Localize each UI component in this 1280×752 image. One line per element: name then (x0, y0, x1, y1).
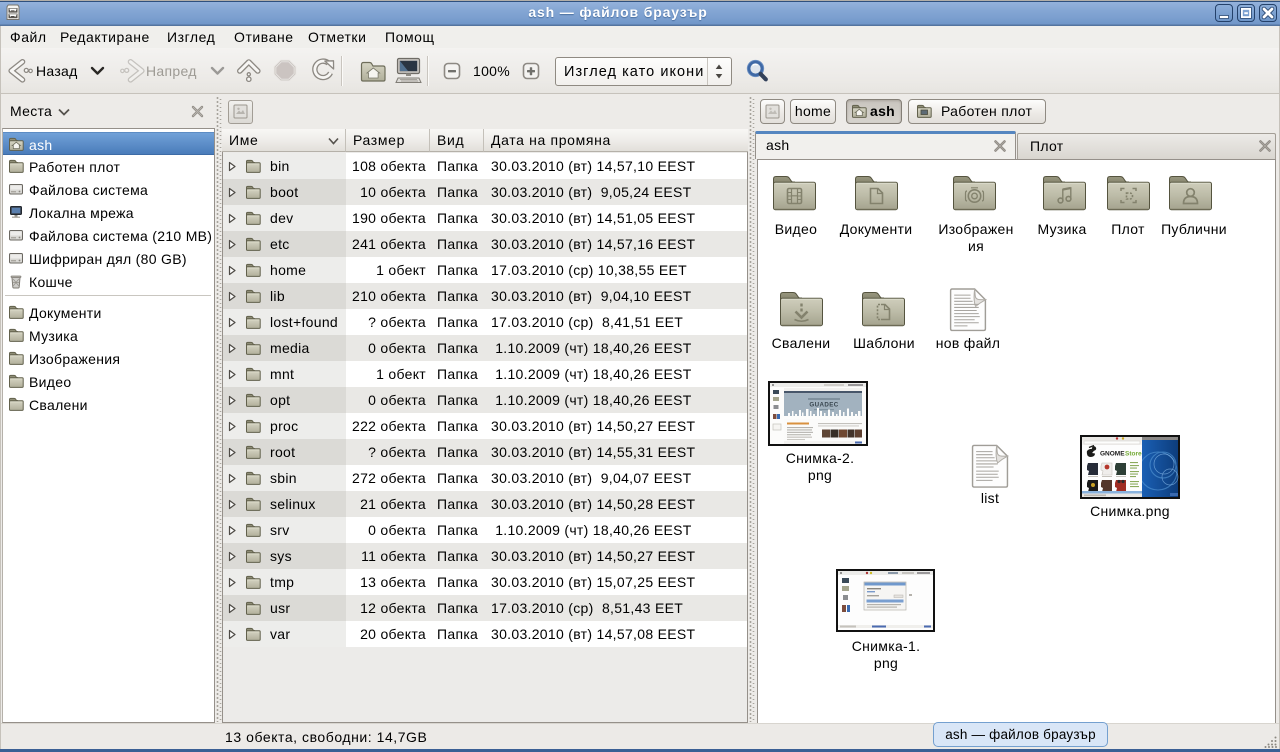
svg-text:GUADEC: GUADEC (809, 402, 838, 409)
svg-text:GNOME: GNOME (1100, 451, 1125, 458)
svg-text:Store: Store (1125, 451, 1142, 458)
